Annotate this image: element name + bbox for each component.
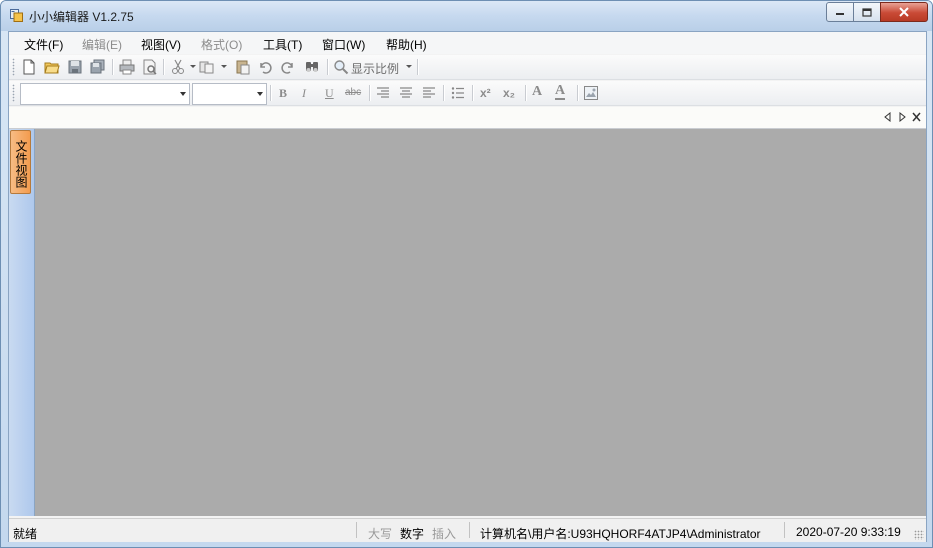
resize-grip[interactable] [914, 530, 924, 540]
copy-icon[interactable] [199, 59, 215, 75]
paste-icon[interactable] [235, 59, 251, 75]
align-right-icon[interactable] [421, 85, 437, 101]
menu-bar: 文件(F) 编辑(E) 视图(V) 格式(O) 工具(T) 窗口(W) 帮助(H… [9, 32, 926, 54]
bold-button[interactable]: B [279, 86, 287, 101]
mdi-workspace[interactable] [35, 129, 926, 516]
document-tab-strip [9, 107, 926, 129]
strikethrough-button[interactable]: abc [345, 87, 361, 98]
standard-toolbar: 显示比例 [9, 55, 926, 80]
bullet-list-icon[interactable] [450, 85, 466, 101]
new-file-icon[interactable] [21, 59, 37, 75]
format-toolbar: B I U abc x² x₂ A A [9, 81, 926, 106]
status-ready: 就绪 [13, 527, 38, 541]
redo-icon[interactable] [280, 59, 296, 75]
menu-tools[interactable]: 工具(T) [263, 36, 302, 53]
insert-image-icon[interactable] [583, 85, 599, 101]
font-color-button[interactable]: A [532, 84, 542, 100]
superscript-button[interactable]: x² [480, 86, 491, 100]
status-caps: 大写 [368, 527, 393, 541]
title-bar[interactable]: 小小编辑器 V1.2.75 [1, 1, 932, 31]
align-left-icon[interactable] [375, 85, 391, 101]
close-button[interactable] [880, 2, 928, 22]
menu-format[interactable]: 格式(O) [201, 36, 242, 53]
zoom-label[interactable]: 显示比例 [351, 60, 399, 77]
client-area: 文件(F) 编辑(E) 视图(V) 格式(O) 工具(T) 窗口(W) 帮助(H… [8, 31, 927, 542]
undo-icon[interactable] [257, 59, 273, 75]
find-icon[interactable] [304, 59, 320, 75]
save-icon[interactable] [67, 59, 83, 75]
menu-help[interactable]: 帮助(H) [386, 36, 427, 53]
app-window: 小小编辑器 V1.2.75 文件(F) 编辑(E) 视图(V) 格式(O) 工具… [0, 0, 933, 548]
maximize-icon [862, 7, 872, 17]
open-folder-icon[interactable] [44, 59, 60, 75]
minimize-icon [836, 13, 844, 15]
status-user-info: 计算机名\用户名:U93HQHORF4ATJP4\Administrator [480, 527, 761, 541]
status-insert: 插入 [432, 527, 457, 541]
toolbar-grip[interactable] [12, 58, 15, 76]
zoom-icon [334, 60, 349, 75]
file-view-tab[interactable]: 文件视图 [10, 130, 31, 194]
menu-view[interactable]: 视图(V) [141, 36, 181, 53]
save-all-icon[interactable] [90, 59, 106, 75]
scroll-left-icon[interactable] [884, 112, 891, 122]
highlight-color-button[interactable]: A [555, 84, 566, 100]
italic-button[interactable]: I [302, 86, 306, 101]
minimize-button[interactable] [826, 2, 854, 22]
close-icon [899, 7, 909, 17]
align-center-icon[interactable] [398, 85, 414, 101]
subscript-button[interactable]: x₂ [503, 86, 515, 100]
maximize-button[interactable] [854, 2, 880, 22]
underline-button[interactable]: U [325, 86, 334, 101]
cut-icon[interactable] [170, 59, 186, 75]
status-datetime: 2020-07-20 9:33:19 [796, 525, 901, 539]
status-num: 数字 [400, 527, 425, 541]
window-title: 小小编辑器 V1.2.75 [29, 10, 134, 24]
print-preview-icon[interactable] [142, 59, 158, 75]
print-icon[interactable] [119, 59, 135, 75]
close-icon[interactable] [912, 112, 921, 122]
menu-window[interactable]: 窗口(W) [322, 36, 365, 53]
copy-dropdown-icon[interactable] [221, 65, 227, 68]
cut-dropdown-icon[interactable] [190, 65, 196, 68]
scroll-right-icon[interactable] [899, 112, 906, 122]
zoom-dropdown-icon[interactable] [406, 65, 412, 68]
font-name-combo[interactable] [20, 83, 190, 105]
side-panel: 文件视图 [9, 129, 35, 516]
menu-edit[interactable]: 编辑(E) [82, 36, 122, 53]
font-size-combo[interactable] [192, 83, 267, 105]
chevron-down-icon [180, 92, 186, 96]
app-icon [10, 9, 23, 22]
status-bar: 就绪 大写 数字 插入 计算机名\用户名:U93HQHORF4ATJP4\Adm… [9, 518, 926, 542]
toolbar-grip[interactable] [12, 84, 15, 102]
menu-file[interactable]: 文件(F) [24, 36, 63, 53]
chevron-down-icon [257, 92, 263, 96]
